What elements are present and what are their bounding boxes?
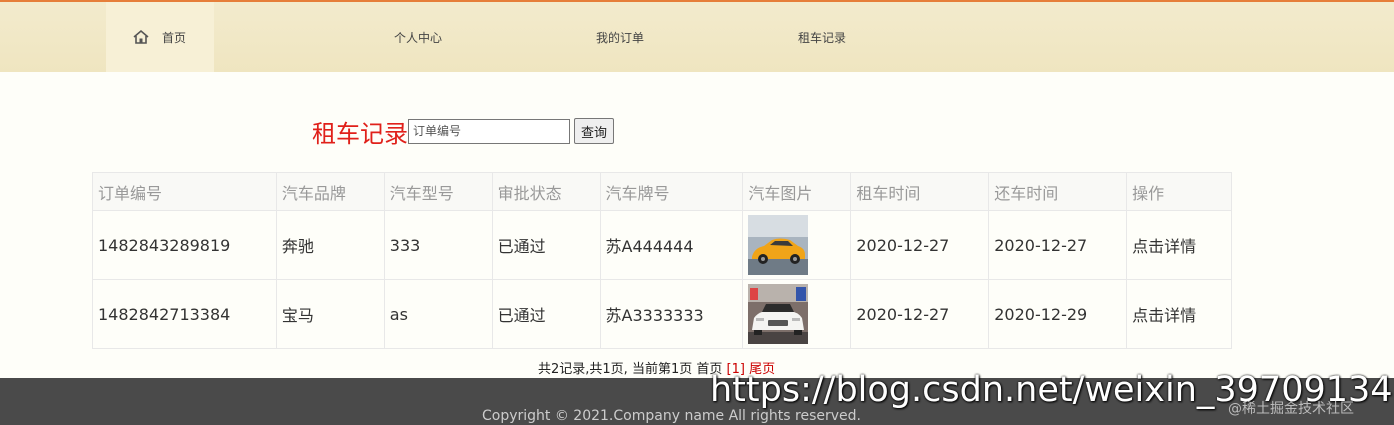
nav-home[interactable]: 首页: [106, 2, 214, 72]
pagination-summary: 共2记录,共1页, 当前第1页: [538, 362, 693, 377]
top-navigation: 首页 个人中心 我的订单 租车记录: [0, 0, 1394, 72]
car-image-white-sedan: [748, 284, 809, 344]
watermark-site: @稀土掘金技术社区: [1228, 401, 1354, 417]
column-header-model: 汽车型号: [383, 172, 493, 211]
column-header-status: 审批状态: [491, 172, 601, 211]
column-header-rent-date: 租车时间: [850, 172, 990, 211]
order-number-search-input[interactable]: [408, 118, 570, 144]
car-image-orange-sports-car: [748, 215, 809, 275]
status-cell: 已通过: [491, 210, 601, 280]
column-header-plate: 汽车牌号: [599, 172, 744, 211]
rent-date-cell: 2020-12-27: [850, 210, 990, 280]
nav-home-label: 首页: [162, 30, 187, 45]
page-title: 租车记录: [312, 119, 408, 148]
rental-records-table: 订单编号 汽车品牌 汽车型号 审批状态 汽车牌号 汽车图片 租车时间 还车时间 …: [92, 172, 1232, 349]
car-image-cell: [742, 210, 852, 280]
column-header-image: 汽车图片: [742, 172, 852, 211]
nav-item-my-orders[interactable]: 我的订单: [596, 2, 644, 72]
details-link[interactable]: 点击详情: [1126, 279, 1232, 349]
status-cell: 已通过: [491, 279, 601, 349]
model-cell: as: [383, 279, 493, 349]
column-header-return-date: 还车时间: [988, 172, 1128, 211]
home-icon: [133, 29, 149, 44]
nav-item-rental-records[interactable]: 租车记录: [798, 2, 846, 72]
table-row: 1482843289819 奔驰 333 已通过 苏A444444 2020-1…: [92, 210, 1232, 280]
column-header-order-no: 订单编号: [92, 172, 277, 211]
car-image-cell: [742, 279, 852, 349]
search-bar: 租车记录 查询: [312, 114, 615, 148]
model-cell: 333: [383, 210, 493, 280]
search-button[interactable]: 查询: [574, 118, 615, 144]
nav-item-profile[interactable]: 个人中心: [394, 2, 442, 72]
table-header-row: 订单编号 汽车品牌 汽车型号 审批状态 汽车牌号 汽车图片 租车时间 还车时间 …: [92, 172, 1232, 211]
return-date-cell: 2020-12-27: [988, 210, 1128, 280]
order-number-cell: 1482843289819: [92, 210, 277, 280]
brand-cell: 宝马: [275, 279, 385, 349]
return-date-cell: 2020-12-29: [988, 279, 1128, 349]
table-row: 1482842713384 宝马 as 已通过 苏A3333333 2020-1…: [92, 279, 1232, 349]
copyright-text: Copyright © 2021.Company name All rights…: [482, 408, 861, 424]
plate-cell: 苏A444444: [599, 210, 744, 280]
brand-cell: 奔驰: [275, 210, 385, 280]
details-link[interactable]: 点击详情: [1126, 210, 1232, 280]
column-header-brand: 汽车品牌: [275, 172, 385, 211]
rent-date-cell: 2020-12-27: [850, 279, 990, 349]
column-header-action: 操作: [1126, 172, 1232, 211]
order-number-cell: 1482842713384: [92, 279, 277, 349]
plate-cell: 苏A3333333: [599, 279, 744, 349]
